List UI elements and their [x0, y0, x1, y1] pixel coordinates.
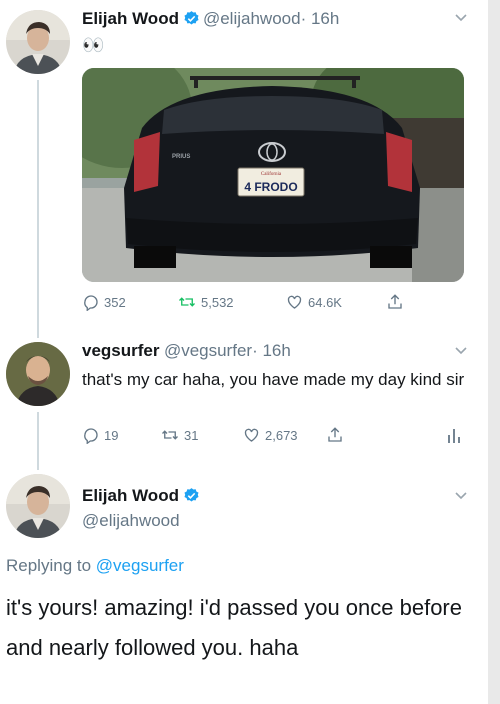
thread-connector: [37, 412, 39, 470]
reply-button[interactable]: 19: [82, 426, 118, 444]
tweet-time[interactable]: · 16h: [252, 341, 291, 360]
reply-count: 352: [104, 294, 126, 310]
chevron-down-icon[interactable]: [454, 346, 468, 356]
share-button[interactable]: [326, 426, 344, 444]
retweet-button[interactable]: 31: [160, 426, 198, 444]
elijah-avatar[interactable]: [6, 474, 70, 538]
tweet-actions: 352 5,532 64.6K: [82, 293, 462, 315]
retweet-count: 31: [184, 427, 199, 443]
tweet-text: 👀: [82, 35, 105, 55]
reply-icon: [84, 428, 98, 444]
tweet-thread: Elijah Wood @elijahwood· 16h 👀 PRIUS Cal…: [0, 0, 488, 704]
share-button[interactable]: [386, 293, 404, 311]
replying-to: Replying to @vegsurfer: [6, 556, 184, 576]
analytics-icon: [448, 429, 460, 443]
user-handle[interactable]: @elijahwood: [203, 9, 301, 28]
tweet-text: it's yours! amazing! i'd passed you once…: [6, 595, 462, 660]
tweet-text: that's my car haha, you have made my day…: [82, 370, 465, 389]
replying-to-handle[interactable]: @vegsurfer: [96, 556, 184, 575]
user-handle[interactable]: @elijahwood: [82, 511, 180, 531]
like-count: 64.6K: [308, 294, 342, 310]
tweet-time[interactable]: · 16h: [301, 9, 340, 28]
vegsurfer-avatar[interactable]: [6, 342, 70, 406]
chevron-down-icon[interactable]: [454, 491, 468, 501]
retweet-count: 5,532: [201, 294, 234, 310]
badge-label: PRIUS: [172, 154, 190, 160]
reply-icon: [84, 295, 98, 311]
like-count: 2,673: [265, 427, 298, 443]
elijah-avatar[interactable]: [6, 10, 70, 74]
verified-badge-icon: [184, 488, 199, 502]
tweet-header: vegsurfer @vegsurfer· 16h: [82, 341, 291, 361]
verified-badge-icon: [184, 11, 199, 25]
like-icon: [244, 428, 259, 442]
chevron-down-icon[interactable]: [454, 13, 468, 23]
display-name[interactable]: vegsurfer: [82, 341, 159, 360]
retweet-icon: [179, 297, 195, 307]
tweet-header: Elijah Wood: [82, 486, 203, 506]
reply-count: 19: [104, 427, 119, 443]
user-handle[interactable]: @vegsurfer: [164, 341, 252, 360]
share-icon: [328, 427, 342, 442]
analytics-button[interactable]: [446, 426, 462, 444]
like-icon: [287, 295, 302, 309]
thread-connector: [37, 80, 39, 338]
display-name[interactable]: Elijah Wood: [82, 9, 179, 28]
display-name[interactable]: Elijah Wood: [82, 486, 179, 505]
tweet-photo[interactable]: PRIUS California 4 FRODO: [82, 68, 464, 282]
share-icon: [388, 294, 402, 309]
like-button[interactable]: 64.6K: [285, 293, 342, 311]
background-edge: [488, 0, 500, 704]
tweet-actions: 19 31 2,673: [82, 426, 472, 448]
retweet-button[interactable]: 5,532: [177, 293, 234, 311]
plate-text: 4 FRODO: [244, 180, 297, 194]
like-button[interactable]: 2,673: [242, 426, 298, 444]
retweet-icon: [162, 430, 178, 440]
plate-state: California: [261, 172, 282, 177]
tweet-header: Elijah Wood @elijahwood· 16h: [82, 9, 339, 29]
replying-to-label: Replying to: [6, 556, 92, 575]
reply-button[interactable]: 352: [82, 293, 126, 311]
